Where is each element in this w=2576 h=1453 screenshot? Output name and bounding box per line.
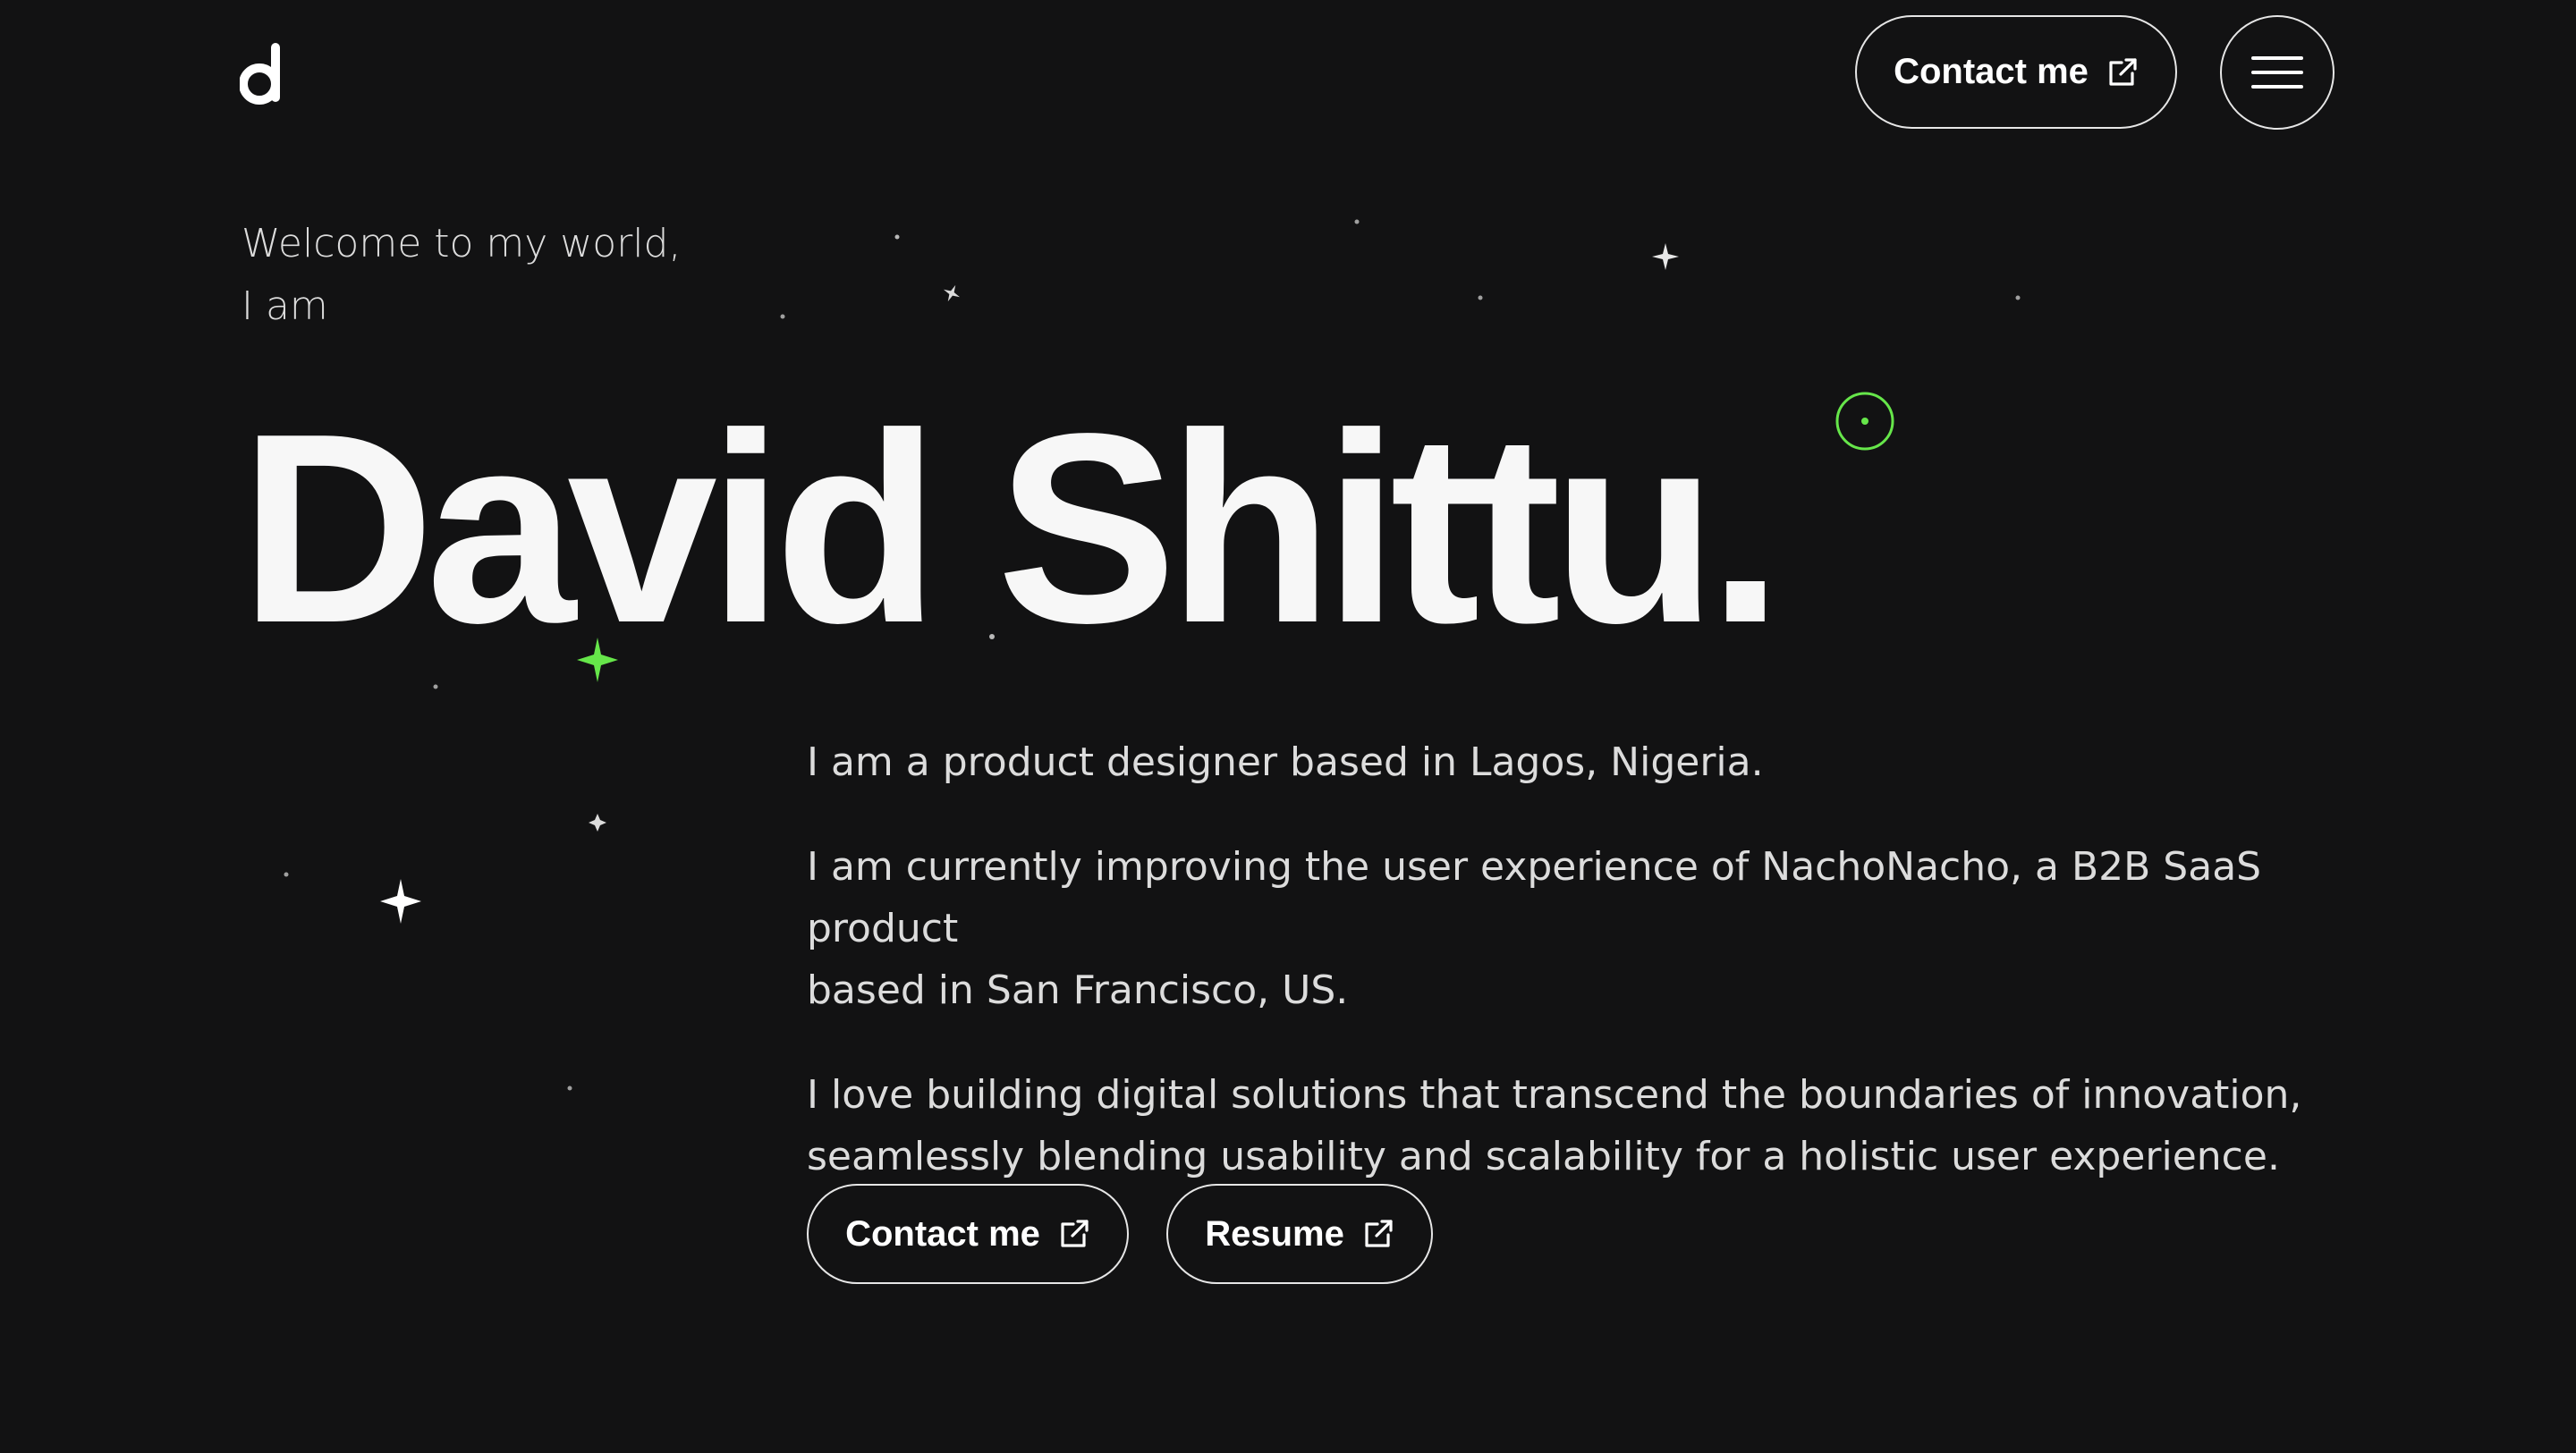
external-link-icon: [1365, 1220, 1393, 1247]
portfolio-page: Contact me Welcome to my world, I am Dav…: [0, 0, 2576, 1453]
sparkle-star: [589, 814, 606, 832]
d-letter-logo[interactable]: [240, 41, 288, 106]
menu-button[interactable]: [2220, 15, 2334, 130]
welcome-text: Welcome to my world, I am: [242, 213, 681, 338]
star-dot: [1478, 295, 1483, 300]
external-link-icon: [1061, 1220, 1089, 1247]
welcome-line-1: Welcome to my world,: [242, 221, 682, 266]
star-dot: [1354, 219, 1360, 224]
sparkle-star: [1652, 243, 1679, 270]
welcome-line-2: I am: [242, 283, 328, 329]
contact-me-label: Contact me: [845, 1213, 1040, 1254]
header-contact-label: Contact me: [1894, 52, 2089, 91]
header-contact-button[interactable]: Contact me: [1855, 15, 2177, 129]
star-dot: [284, 872, 289, 877]
resume-button[interactable]: Resume: [1166, 1184, 1433, 1284]
resume-label: Resume: [1205, 1213, 1344, 1254]
sparkle-star: [943, 284, 961, 302]
cursor-dot: [1861, 418, 1868, 425]
bio-paragraph-1: I am a product designer based in Lagos, …: [807, 739, 1764, 785]
bio-paragraph-2: I am currently improving the user experi…: [807, 836, 2327, 1021]
bio-section: I am a product designer based in Lagos, …: [807, 731, 2327, 1230]
bio-paragraph-3-line-2: seamlessly blending usability and scalab…: [807, 1134, 2280, 1179]
contact-me-button[interactable]: Contact me: [807, 1184, 1129, 1284]
star-dot: [2015, 295, 2021, 300]
cursor-ring: [1835, 392, 1894, 451]
bio-paragraph-2-line-2: based in San Francisco, US.: [807, 967, 1349, 1013]
sparkle-star: [380, 879, 421, 924]
star-dot: [567, 1086, 572, 1091]
star-dot: [433, 684, 438, 689]
bio-paragraph-2-line-1: I am currently improving the user experi…: [807, 844, 2262, 951]
star-dot: [780, 314, 785, 319]
hamburger-menu-icon: [2251, 56, 2303, 89]
hero-name: David Shittu.: [240, 377, 1784, 679]
external-link-icon: [2109, 57, 2137, 86]
bio-paragraph-3: I love building digital solutions that t…: [807, 1064, 2327, 1187]
star-dot: [894, 234, 900, 240]
bio-paragraph-3-line-1: I love building digital solutions that t…: [807, 1072, 2302, 1118]
